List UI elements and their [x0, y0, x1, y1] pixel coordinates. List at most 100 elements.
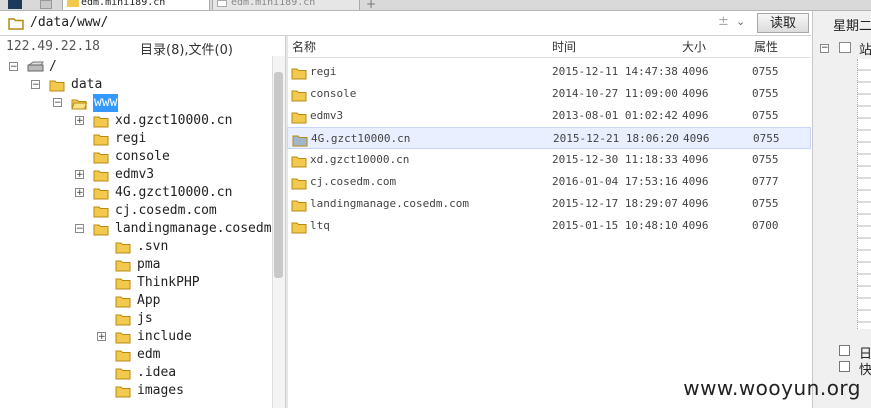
tree-node[interactable]: .svn: [0, 238, 272, 256]
folder-icon: [71, 97, 87, 110]
file-row[interactable]: xd.gzct10000.cn 2015-12-30 11:18:33 4096 07…: [287, 149, 811, 171]
folder-icon: [115, 331, 131, 344]
chevron-down-icon[interactable]: ⌄: [736, 15, 745, 28]
file-row[interactable]: ltq 2015-01-15 10:48:10 4096 0700: [287, 215, 811, 237]
tree-node[interactable]: + xd.gzct10000.cn: [0, 112, 272, 130]
history-icon[interactable]: ±: [718, 14, 729, 29]
column-header-name[interactable]: 名称: [292, 37, 316, 57]
site-label[interactable]: 站: [859, 39, 871, 58]
page-icon: [217, 0, 227, 7]
tree-node[interactable]: − landingmanage.cosedm: [0, 220, 272, 238]
tree-node-label: .idea: [137, 365, 177, 380]
tree-node[interactable]: js: [0, 310, 272, 328]
cell-time: 2015-12-11 14:47:38: [552, 65, 678, 78]
folder-icon: [49, 79, 65, 92]
tree-node-label: 4G.gzct10000.cn: [115, 185, 233, 200]
tree-node[interactable]: − www: [0, 94, 272, 112]
tree-node-label: .svn: [137, 239, 169, 254]
collapse-icon[interactable]: −: [75, 224, 84, 234]
path-input[interactable]: /data/www/: [30, 15, 108, 30]
cell-name: cj.cosedm.com: [310, 175, 397, 188]
server-ip: 122.49.22.18: [6, 39, 100, 54]
dotted-guides: [857, 59, 871, 329]
folder-icon: [93, 223, 109, 236]
tree-node[interactable]: − data: [0, 76, 272, 94]
new-tab-icon[interactable]: +: [366, 0, 376, 10]
folder-icon: [115, 259, 131, 272]
folder-icon: [115, 349, 131, 362]
tree-node-label: App: [137, 293, 161, 308]
file-row[interactable]: landingmanage.cosedm.com 2015-12-17 18:29…: [287, 193, 811, 215]
tree-node[interactable]: App: [0, 292, 272, 310]
collapse-icon[interactable]: −: [31, 80, 40, 90]
folder-icon: [115, 241, 131, 254]
collapse-icon[interactable]: −: [820, 44, 829, 53]
folder-icon: [291, 220, 307, 242]
cell-time: 2015-12-21 18:06:20: [553, 132, 679, 145]
collapse-icon[interactable]: −: [53, 98, 62, 108]
tree-node[interactable]: images: [0, 382, 272, 400]
tree-node-label: data: [71, 77, 103, 92]
tree-scroll-thumb[interactable]: [274, 72, 283, 278]
folder-icon: [115, 295, 131, 308]
cell-size: 4096: [682, 175, 709, 188]
tree-node[interactable]: cj.cosedm.com: [0, 202, 272, 220]
folder-icon: [67, 0, 79, 7]
read-button[interactable]: 读取: [757, 13, 809, 33]
expand-icon[interactable]: +: [75, 188, 84, 198]
tree-node[interactable]: edm: [0, 346, 272, 364]
tree-node[interactable]: + include: [0, 328, 272, 346]
column-header-attr[interactable]: 属性: [754, 37, 778, 57]
expand-icon[interactable]: +: [97, 332, 106, 342]
tree-node[interactable]: ThinkPHP: [0, 274, 272, 292]
folder-icon: [115, 277, 131, 290]
tree-node-label: console: [115, 149, 170, 164]
cell-name: 4G.gzct10000.cn: [311, 132, 411, 145]
weekday-label: 星期二: [833, 19, 871, 34]
tree-node[interactable]: .idea: [0, 364, 272, 382]
directory-tree: − / − data − www + xd.gzct10000.cn regi console + e…: [0, 56, 272, 408]
tab-strip: edm.mini189.cn edm.mini189.cn +: [0, 0, 871, 11]
cell-size: 4096: [682, 219, 709, 232]
tree-node[interactable]: regi: [0, 130, 272, 148]
cell-attr: 0777: [752, 175, 779, 188]
expand-icon[interactable]: +: [75, 170, 84, 180]
folder-icon: [115, 367, 131, 380]
column-header-time[interactable]: 时间: [552, 37, 576, 57]
tab-label: edm.mini189.cn: [231, 0, 316, 8]
app-icon: [8, 0, 22, 9]
file-row[interactable]: 4G.gzct10000.cn 2015-12-21 18:06:20 4096 07…: [287, 127, 811, 149]
file-row[interactable]: console 2014-10-27 11:09:00 4096 0755: [287, 83, 811, 105]
drive-icon: [27, 61, 44, 73]
folder-icon: [93, 115, 109, 128]
column-header-size[interactable]: 大小: [682, 37, 706, 57]
cell-name: ltq: [310, 219, 330, 232]
folder-icon: [93, 133, 109, 146]
tree-node[interactable]: +4G.gzct10000.cn: [0, 184, 272, 202]
cell-attr: 0755: [753, 132, 780, 145]
file-row[interactable]: regi 2015-12-11 14:47:38 4096 0755: [287, 61, 811, 83]
tab-2[interactable]: edm.mini189.cn: [212, 0, 360, 10]
folder-icon: [93, 205, 109, 218]
tree-node[interactable]: + edmv3: [0, 166, 272, 184]
tab-1[interactable]: edm.mini189.cn: [62, 0, 210, 10]
cell-attr: 0755: [752, 109, 779, 122]
right-panel: 星期二 − 站 日 快: [812, 11, 871, 408]
cell-time: 2013-08-01 01:02:42: [552, 109, 678, 122]
tree-node[interactable]: console: [0, 148, 272, 166]
tree-node-label: ThinkPHP: [137, 275, 200, 290]
tree-node[interactable]: pma: [0, 256, 272, 274]
tree-node[interactable]: − /: [0, 58, 272, 76]
path-bar: /data/www/ ± ⌄: [0, 11, 811, 36]
collapse-icon[interactable]: −: [9, 62, 18, 72]
folder-icon: [115, 385, 131, 398]
cell-attr: 0700: [752, 219, 779, 232]
file-row[interactable]: edmv3 2013-08-01 01:02:42 4096 0755: [287, 105, 811, 127]
cell-time: 2014-10-27 11:09:00: [552, 87, 678, 100]
tree-node-label: cj.cosedm.com: [115, 203, 217, 218]
cell-time: 2015-12-30 11:18:33: [552, 153, 678, 166]
cell-size: 4096: [682, 109, 709, 122]
expand-icon[interactable]: +: [75, 116, 84, 126]
cell-attr: 0755: [752, 197, 779, 210]
file-row[interactable]: cj.cosedm.com 2016-01-04 17:53:16 4096 0777: [287, 171, 811, 193]
